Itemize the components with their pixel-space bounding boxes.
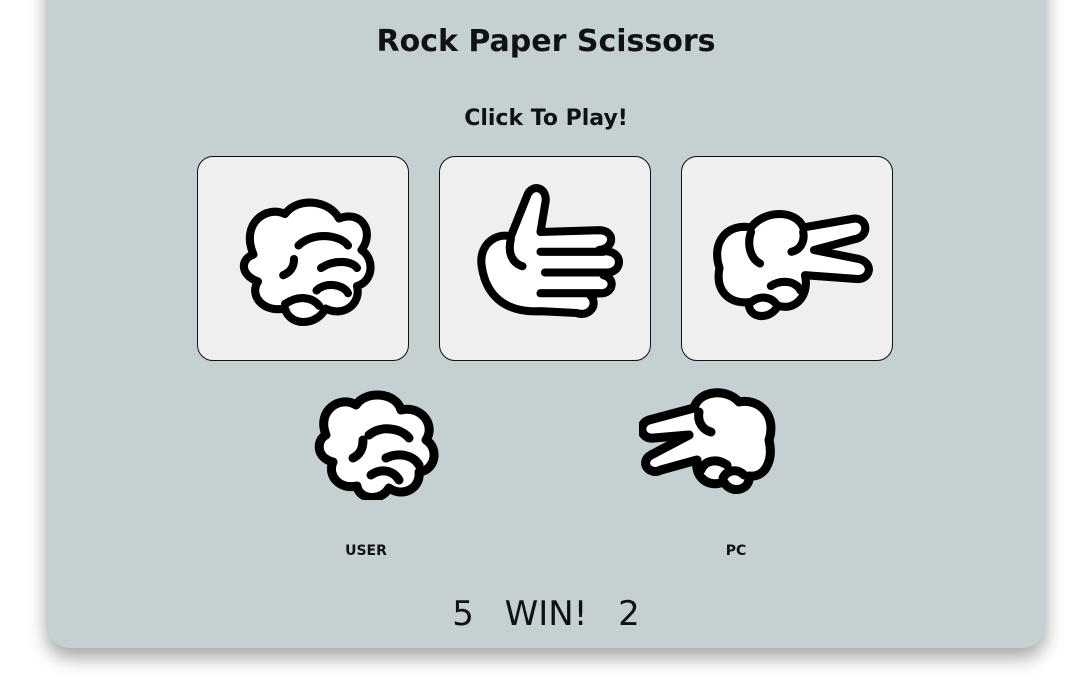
rock-hand-icon [239,198,375,326]
user-choice-display [301,380,451,502]
round-result: WIN! [504,594,588,634]
scoreboard: 5 WIN! 2 [46,594,1046,634]
play-prompt: Click To Play! [464,106,628,131]
user-score: 5 [452,594,474,634]
pc-choice-display [637,380,789,500]
page-title: Rock Paper Scissors [376,24,716,59]
rock-hand-icon [314,390,439,502]
scissors-hand-icon [637,388,776,494]
user-label: USER [345,543,387,559]
pc-label: PC [725,543,747,559]
rock-button[interactable] [197,156,409,361]
paper-hand-icon [477,183,623,318]
scissors-button[interactable] [681,156,893,361]
game-panel: Rock Paper Scissors Click To Play! USER … [46,0,1046,648]
pc-score: 2 [618,594,640,634]
paper-button[interactable] [439,156,651,361]
scissors-hand-icon [713,209,873,320]
